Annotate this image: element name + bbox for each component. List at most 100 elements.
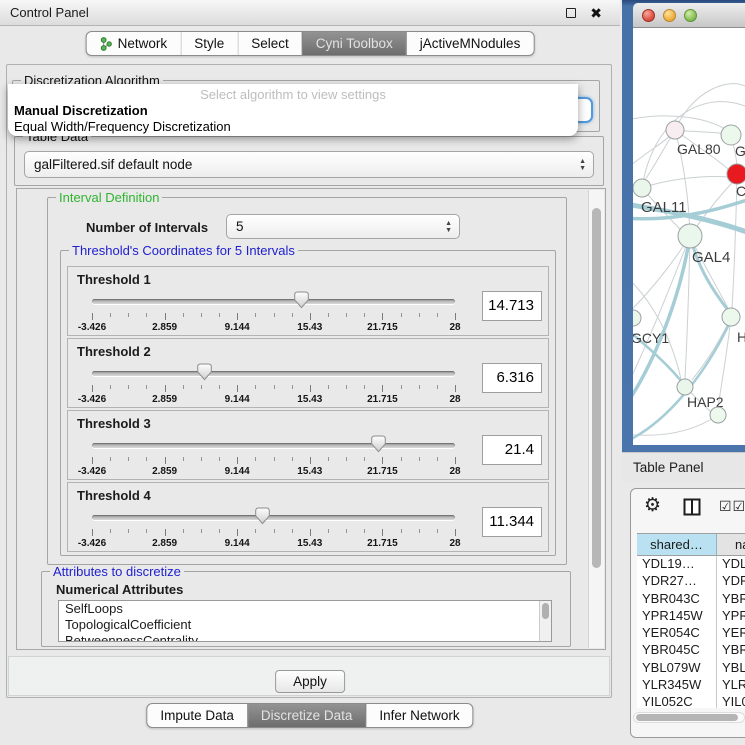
network-node-hap2[interactable] xyxy=(677,379,693,395)
content-vertical-scrollbar[interactable] xyxy=(588,190,604,648)
threshold-slider[interactable]: -3.4262.8599.14415.4321.71528 xyxy=(78,506,469,550)
tick-mark xyxy=(382,313,383,320)
tick-mark xyxy=(382,457,383,464)
network-node-gal11[interactable] xyxy=(633,179,651,197)
split-columns-icon[interactable] xyxy=(683,498,701,516)
threshold-panel-4: Threshold 4-3.4262.8599.14415.4321.71528… xyxy=(67,482,549,552)
table-panel-header: Table Panel xyxy=(622,453,745,482)
threshold-row: -3.4262.8599.14415.4321.71528 11.344 xyxy=(78,506,542,550)
slider-ticks xyxy=(92,313,455,321)
tick-mark xyxy=(346,457,347,461)
tick-mark xyxy=(310,385,311,392)
network-node[interactable] xyxy=(710,407,726,423)
network-node-ga[interactable] xyxy=(721,125,741,145)
network-node-gal80[interactable] xyxy=(666,121,684,139)
interval-definition-group: Interval Definition Number of Intervals … xyxy=(47,197,567,565)
threshold-slider[interactable]: -3.4262.8599.14415.4321.71528 xyxy=(78,434,469,478)
threshold-value-field[interactable]: 6.316 xyxy=(482,363,542,393)
tab-cyni-toolbox[interactable]: Cyni Toolbox xyxy=(302,32,406,55)
threshold-value-field[interactable]: 21.4 xyxy=(482,435,542,465)
tick-mark xyxy=(255,529,256,533)
network-canvas[interactable]: GAL80GACGAL11GAL4GCY1HHAP2 xyxy=(633,28,745,445)
node-table: shared…na YDL19…YDL1YDR27…YDR2YBR043CYBR… xyxy=(637,533,745,708)
cell-name: YPR1 xyxy=(717,608,745,625)
table-horizontal-scrollbar[interactable] xyxy=(633,712,745,723)
tab-style[interactable]: Style xyxy=(180,32,237,55)
network-node-gal4[interactable] xyxy=(678,224,702,248)
table-row[interactable]: YDR27…YDR2 xyxy=(637,573,745,590)
apply-button[interactable]: Apply xyxy=(275,670,345,693)
tick-mark xyxy=(382,529,383,536)
attribute-item-selfloops[interactable]: SelfLoops xyxy=(59,601,551,617)
column-header-shared[interactable]: shared… xyxy=(637,534,717,555)
tab-discretize-data[interactable]: Discretize Data xyxy=(247,704,366,727)
node-label-ga: GA xyxy=(735,143,745,159)
tick-mark xyxy=(165,529,166,536)
tick-mark xyxy=(419,385,420,389)
tick-mark xyxy=(419,457,420,461)
network-window-titlebar[interactable] xyxy=(633,3,745,28)
checkbox-columns-icon[interactable]: ☑☑ xyxy=(719,498,745,515)
attributes-list-scrollbar[interactable] xyxy=(539,601,551,641)
close-traffic-light-icon[interactable] xyxy=(642,9,655,22)
slider-thumb[interactable] xyxy=(371,435,386,453)
threshold-value-field[interactable]: 11.344 xyxy=(482,507,542,537)
slider-thumb[interactable] xyxy=(294,291,309,309)
slider-thumb[interactable] xyxy=(255,507,270,525)
table-row[interactable]: YLR345WYLR3 xyxy=(637,677,745,694)
numerical-attributes-list[interactable]: SelfLoopsTopologicalCoefficientBetweenne… xyxy=(58,600,552,642)
cell-name: YER0 xyxy=(717,625,745,642)
stepper-down-icon: ▼ xyxy=(445,227,452,234)
table-data-combobox[interactable]: galFiltered.sif default node ▲ ▼ xyxy=(24,151,594,178)
threshold-slider[interactable]: -3.4262.8599.14415.4321.71528 xyxy=(78,290,469,334)
zoom-traffic-light-icon[interactable] xyxy=(684,9,697,22)
scrollbar-thumb[interactable] xyxy=(542,603,549,619)
cell-shared-name: YBR043C xyxy=(637,591,717,608)
scrollbar-thumb[interactable] xyxy=(592,208,601,568)
gear-icon[interactable]: ⚙ xyxy=(644,494,661,517)
tab-select[interactable]: Select xyxy=(237,32,302,55)
table-row[interactable]: YBR043CYBR0 xyxy=(637,591,745,608)
table-row[interactable]: YBL079WYBL0 xyxy=(637,660,745,677)
node-label-gal80: GAL80 xyxy=(677,141,721,157)
cell-name: YBR0 xyxy=(717,642,745,659)
thresholds-group-title: Threshold's Coordinates for 5 Intervals xyxy=(69,244,298,258)
node-label-gal4: GAL4 xyxy=(692,249,730,266)
slider-tick-labels: -3.4262.8599.14415.4321.71528 xyxy=(92,322,455,333)
network-node-c[interactable] xyxy=(727,164,745,184)
threshold-slider[interactable]: -3.4262.8599.14415.4321.71528 xyxy=(78,362,469,406)
algorithm-option-equal-width-frequency-discretization[interactable]: Equal Width/Frequency Discretization xyxy=(8,119,578,135)
table-row[interactable]: YBR045CYBR0 xyxy=(637,642,745,659)
float-window-icon[interactable] xyxy=(566,8,576,18)
slider-thumb[interactable] xyxy=(197,363,212,381)
slider-track xyxy=(92,299,455,304)
cell-shared-name: YIL052C xyxy=(637,694,717,708)
attribute-item-topologicalcoefficient[interactable]: TopologicalCoefficient xyxy=(59,617,551,633)
tab-infer-network[interactable]: Infer Network xyxy=(365,704,472,727)
attribute-items: SelfLoopsTopologicalCoefficientBetweenne… xyxy=(59,601,551,642)
num-intervals-combobox[interactable]: 5 ▲ ▼ xyxy=(226,214,460,239)
tab-network[interactable]: Network xyxy=(87,32,181,55)
tick-mark xyxy=(292,457,293,461)
algorithm-option-manual-discretization[interactable]: Manual Discretization xyxy=(8,103,578,119)
tab-jactivemnodules[interactable]: jActiveMNodules xyxy=(406,32,534,55)
close-icon[interactable]: ✖ xyxy=(590,0,602,26)
table-row[interactable]: YER054CYER0 xyxy=(637,625,745,642)
table-row[interactable]: YDL19…YDL1 xyxy=(637,556,745,573)
network-node-h[interactable] xyxy=(722,308,740,326)
minimize-traffic-light-icon[interactable] xyxy=(663,9,676,22)
attribute-item-betweennesscentrality[interactable]: BetweennessCentrality xyxy=(59,633,551,642)
column-header-na[interactable]: na xyxy=(717,534,745,555)
network-node-gcy1[interactable] xyxy=(633,310,641,326)
tick-label: 15.43 xyxy=(297,466,322,477)
table-row[interactable]: YIL052CYIL0 xyxy=(637,694,745,708)
tick-mark xyxy=(92,457,93,464)
table-row[interactable]: YPR145WYPR1 xyxy=(637,608,745,625)
tab-impute-data[interactable]: Impute Data xyxy=(147,704,247,727)
tick-mark xyxy=(437,457,438,461)
slider-ticks xyxy=(92,529,455,537)
tick-mark xyxy=(183,529,184,533)
threshold-value-field[interactable]: 14.713 xyxy=(482,291,542,321)
tick-mark xyxy=(92,529,93,536)
scrollbar-thumb[interactable] xyxy=(636,714,738,721)
